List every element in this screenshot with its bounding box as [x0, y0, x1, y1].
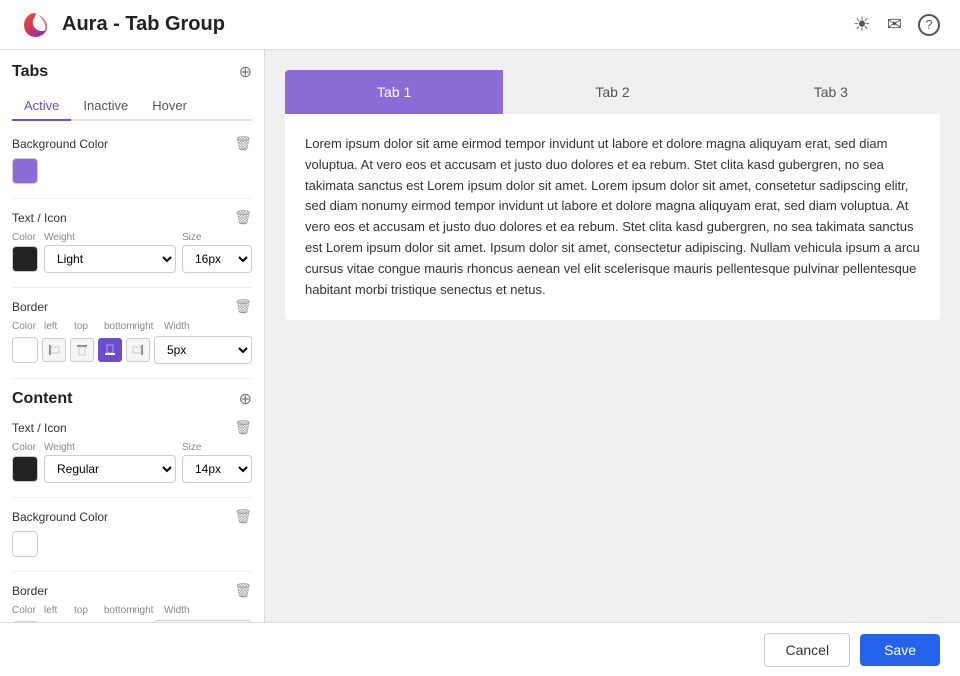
- cb-right-label: right: [134, 605, 158, 616]
- border-bottom-label: bottom: [104, 321, 128, 332]
- content-bg-color-delete[interactable]: 🗑: [234, 508, 252, 525]
- cb-top-label: top: [74, 605, 98, 616]
- tab-group-tabs: Tab 1 Tab 2 Tab 3: [285, 70, 940, 114]
- border-width-select[interactable]: 1px 2px 3px 5px 8px: [154, 336, 252, 364]
- content-border-section: Border 🗑 Color left top bottom right Wid…: [12, 582, 252, 622]
- border-left-btn[interactable]: [42, 338, 66, 362]
- cb-width-label: Width: [164, 605, 252, 616]
- border-right-label: right: [134, 321, 158, 332]
- content-text-icon-labels: Color Weight Size: [12, 442, 252, 453]
- text-icon-color-swatch[interactable]: [12, 246, 38, 272]
- text-icon-size-select[interactable]: 12px 14px 16px 18px: [182, 245, 252, 273]
- c-weight-label: Weight: [44, 442, 176, 453]
- tab-group-content-text: Lorem ipsum dolor sit ame eirmod tempor …: [305, 134, 920, 300]
- bottom-bar: Cancel Save: [0, 622, 960, 676]
- cb-bottom-label: bottom: [104, 605, 128, 616]
- content-border-col-labels: Color left top bottom right Width: [12, 605, 252, 616]
- help-icon[interactable]: ?: [918, 14, 940, 36]
- main-content: Tabs ⊕ Active Inactive Hover Background …: [0, 50, 960, 622]
- content-text-icon-fields: Light Regular Medium Bold 12px 14px 16px…: [12, 455, 252, 483]
- save-button[interactable]: Save: [860, 634, 940, 666]
- right-panel: Tab 1 Tab 2 Tab 3 Lorem ipsum dolor sit …: [265, 50, 960, 622]
- tab-nav-active[interactable]: Active: [12, 92, 71, 121]
- border-col-labels: Color left top bottom right Width: [12, 321, 252, 332]
- c-size-label: Size: [182, 442, 252, 453]
- tab-nav-hover[interactable]: Hover: [140, 92, 199, 121]
- content-bg-color-swatch[interactable]: [12, 531, 38, 557]
- border-right-btn[interactable]: [126, 338, 150, 362]
- tabs-section-expand[interactable]: ⊕: [239, 62, 252, 82]
- left-panel: Tabs ⊕ Active Inactive Hover Background …: [0, 50, 265, 622]
- tabs-nav: Active Inactive Hover: [12, 92, 252, 121]
- content-border-delete[interactable]: 🗑: [234, 582, 252, 599]
- border-label: Border: [12, 300, 48, 314]
- content-bg-color-header: Background Color 🗑: [12, 508, 252, 525]
- content-text-icon-header: Text / Icon 🗑: [12, 419, 252, 436]
- text-icon-weight-select[interactable]: Light Regular Medium Bold: [44, 245, 176, 273]
- tab-group-tab-2[interactable]: Tab 2: [503, 70, 721, 114]
- content-text-icon-color-swatch[interactable]: [12, 456, 38, 482]
- border-color-swatch[interactable]: [12, 337, 38, 363]
- text-icon-delete[interactable]: 🗑: [234, 209, 252, 226]
- size-col-label: Size: [182, 232, 252, 243]
- aura-logo: [20, 9, 52, 41]
- cancel-button[interactable]: Cancel: [764, 633, 850, 667]
- content-border-label: Border: [12, 584, 48, 598]
- text-icon-header: Text / Icon 🗑: [12, 209, 252, 226]
- content-text-icon-size-select[interactable]: 12px 14px 16px 18px: [182, 455, 252, 483]
- tab-nav-inactive[interactable]: Inactive: [71, 92, 140, 121]
- c-color-label: Color: [12, 442, 38, 453]
- border-color-label: Color: [12, 321, 38, 332]
- text-icon-fields: Light Regular Medium Bold 12px 14px 16px…: [12, 245, 252, 273]
- border-section: Border 🗑 Color left top bottom right Wid…: [12, 298, 252, 364]
- background-color-swatch[interactable]: [12, 158, 38, 184]
- tabs-section-title: Tabs: [12, 63, 48, 81]
- border-bottom-btn[interactable]: [98, 338, 122, 362]
- background-color-label: Background Color: [12, 137, 108, 151]
- page-title: Aura - Tab Group: [62, 13, 225, 36]
- tab-group-container: Tab 1 Tab 2 Tab 3 Lorem ipsum dolor sit …: [285, 70, 940, 320]
- border-controls: 1px 2px 3px 5px 8px: [12, 336, 252, 364]
- content-section: Content ⊕ Text / Icon 🗑 Color Weight Siz…: [12, 378, 252, 622]
- top-bar: Aura - Tab Group ☀ ✉ ?: [0, 0, 960, 50]
- tab-group-tab-3[interactable]: Tab 3: [722, 70, 940, 114]
- color-col-label: Color: [12, 232, 38, 243]
- background-color-delete[interactable]: 🗑: [234, 135, 252, 152]
- tab-group-tab-1[interactable]: Tab 1: [285, 70, 503, 114]
- cb-left-label: left: [44, 605, 68, 616]
- border-top-btn[interactable]: [70, 338, 94, 362]
- text-icon-label: Text / Icon: [12, 211, 67, 225]
- background-color-section: Background Color 🗑: [12, 135, 252, 184]
- content-section-title: Content: [12, 390, 72, 408]
- content-text-icon-weight-select[interactable]: Light Regular Medium Bold: [44, 455, 176, 483]
- sun-icon[interactable]: ☀: [853, 12, 871, 37]
- content-bg-color-label: Background Color: [12, 510, 108, 524]
- border-top-label: top: [74, 321, 98, 332]
- background-color-header: Background Color 🗑: [12, 135, 252, 152]
- content-text-icon-delete[interactable]: 🗑: [234, 419, 252, 436]
- content-text-icon-label: Text / Icon: [12, 421, 67, 435]
- tab-group-content: Lorem ipsum dolor sit ame eirmod tempor …: [285, 114, 940, 320]
- top-bar-left: Aura - Tab Group: [20, 9, 225, 41]
- content-text-icon-section: Text / Icon 🗑 Color Weight Size Light Re…: [12, 419, 252, 483]
- header-icons: ☀ ✉ ?: [853, 12, 940, 37]
- text-icon-section: Text / Icon 🗑 Color Weight Size Light Re…: [12, 209, 252, 273]
- mail-icon[interactable]: ✉: [887, 14, 902, 35]
- content-section-header: Content ⊕: [12, 389, 252, 409]
- tabs-section-header: Tabs ⊕: [12, 62, 252, 82]
- border-width-label: Width: [164, 321, 252, 332]
- cb-color-label: Color: [12, 605, 38, 616]
- weight-col-label: Weight: [44, 232, 176, 243]
- border-delete[interactable]: 🗑: [234, 298, 252, 315]
- content-section-expand[interactable]: ⊕: [239, 389, 252, 409]
- border-left-label: left: [44, 321, 68, 332]
- content-border-header: Border 🗑: [12, 582, 252, 599]
- border-header: Border 🗑: [12, 298, 252, 315]
- text-icon-col-labels: Color Weight Size: [12, 232, 252, 243]
- content-bg-color-section: Background Color 🗑: [12, 508, 252, 557]
